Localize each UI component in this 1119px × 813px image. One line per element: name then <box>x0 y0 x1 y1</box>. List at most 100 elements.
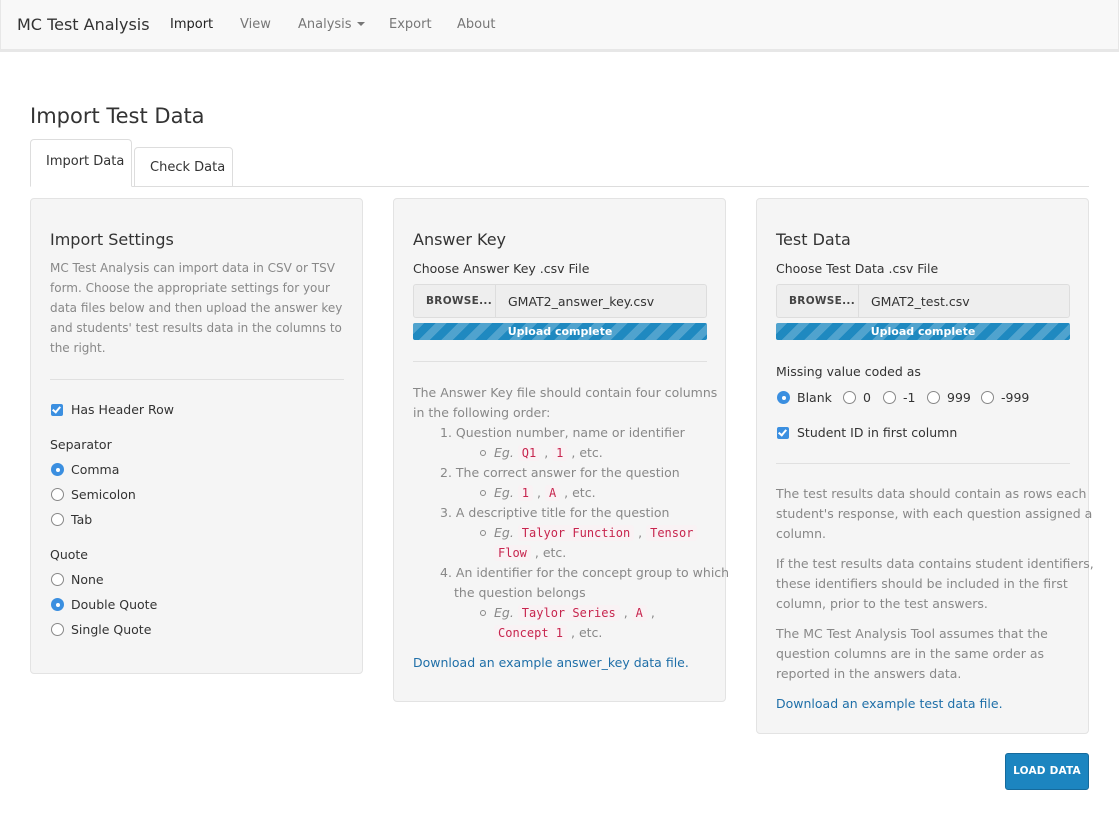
quote-none-label: None <box>71 572 104 587</box>
test-data-para3-line2: question columns are in the same order a… <box>776 646 1045 661</box>
chevron-down-icon <box>356 21 365 26</box>
test-data-title: Test Data <box>776 230 851 249</box>
answer-key-browse-button[interactable]: BROWSE... <box>414 285 496 317</box>
code-flow: Flow <box>494 545 531 561</box>
answer-key-example-3a: Eg. Talyor Function , Tensor <box>480 525 698 541</box>
separator-label: Separator <box>50 437 112 452</box>
radio-icon <box>51 623 64 636</box>
import-settings-title: Import Settings <box>50 230 174 249</box>
test-data-para1-line2: student's response, with each question a… <box>776 506 1093 521</box>
quote-double-radio[interactable]: Double Quote <box>51 597 157 613</box>
etc-label: , etc. <box>571 625 603 640</box>
answer-key-item-1: 1. Question number, name or identifier <box>440 425 685 440</box>
divider <box>50 379 344 380</box>
missing-0-radio[interactable]: 0 <box>843 390 871 406</box>
checkbox-checked-icon <box>777 426 789 439</box>
answer-key-file-input[interactable]: BROWSE... GMAT2_answer_key.csv <box>413 284 707 318</box>
missing-999-label: 999 <box>947 390 971 405</box>
separator-comma-radio[interactable]: Comma <box>51 462 119 478</box>
answer-key-example-4a: Eg. Taylor Series , A , <box>480 605 655 621</box>
answer-key-item-4: 4. An identifier for the concept group t… <box>440 565 730 580</box>
code-concept-1: Concept 1 <box>494 625 568 641</box>
answer-key-download-link[interactable]: Download an example answer_key data file… <box>413 655 689 670</box>
answer-key-example-2: Eg. 1 , A , etc. <box>480 485 596 501</box>
tab-check-data[interactable]: Check Data <box>134 147 233 187</box>
has-header-label: Has Header Row <box>71 402 175 417</box>
test-data-download-link[interactable]: Download an example test data file. <box>776 696 1003 711</box>
code-a: A <box>631 605 647 621</box>
quote-single-radio[interactable]: Single Quote <box>51 622 151 638</box>
eg-label: Eg. <box>494 445 514 460</box>
answer-key-item-4-cont: the question belongs <box>454 585 586 600</box>
separator-tab-label: Tab <box>71 512 93 527</box>
missing-neg999-radio[interactable]: -999 <box>981 390 1029 406</box>
eg-label: Eg. <box>494 485 514 500</box>
answer-key-panel: Answer Key Choose Answer Key .csv File B… <box>393 198 730 702</box>
radio-icon <box>927 391 940 404</box>
test-data-file-input[interactable]: BROWSE... GMAT2_test.csv <box>776 284 1070 318</box>
missing-0-label: 0 <box>863 390 871 405</box>
load-data-button[interactable]: LOAD DATA <box>1005 753 1089 790</box>
answer-key-example-4b: Concept 1 , etc. <box>494 625 603 641</box>
eg-label: Eg. <box>494 525 514 540</box>
circle-bullet-icon <box>480 609 486 616</box>
code-talyor-function: Talyor Function <box>517 525 635 541</box>
nav-view[interactable]: View <box>240 17 271 32</box>
nav-export[interactable]: Export <box>389 17 432 32</box>
radio-icon <box>883 391 896 404</box>
radio-selected-icon <box>777 391 790 404</box>
test-data-progress-bar: Upload complete <box>776 323 1070 340</box>
answer-key-example-3b: Flow , etc. <box>494 545 567 561</box>
radio-selected-icon <box>51 463 64 476</box>
code-tensor: Tensor <box>646 525 698 541</box>
etc-label: , etc. <box>534 545 567 560</box>
test-data-para3-line3: reported in the answers data. <box>776 666 962 681</box>
answer-key-intro-line2: in the following order: <box>413 405 551 420</box>
import-settings-panel: Import Settings MC Test Analysis can imp… <box>30 198 363 674</box>
test-data-browse-button[interactable]: BROWSE... <box>777 285 859 317</box>
brand-title[interactable]: MC Test Analysis <box>17 15 150 34</box>
student-id-checkbox[interactable]: Student ID in first column <box>777 425 957 441</box>
test-data-para1-line3: column. <box>776 526 826 541</box>
radio-selected-icon <box>51 598 64 611</box>
separator-semicolon-radio[interactable]: Semicolon <box>51 487 136 503</box>
radio-icon <box>843 391 856 404</box>
missing-999-radio[interactable]: 999 <box>927 390 971 406</box>
tab-import-data[interactable]: Import Data <box>30 139 132 187</box>
code-q1: Q1 <box>517 445 541 461</box>
missing-blank-radio[interactable]: Blank <box>777 390 832 406</box>
circle-bullet-icon <box>480 449 486 456</box>
radio-icon <box>51 573 64 586</box>
missing-value-label: Missing value coded as <box>776 364 921 379</box>
import-settings-description: MC Test Analysis can import data in CSV … <box>50 261 343 355</box>
quote-none-radio[interactable]: None <box>51 572 104 588</box>
student-id-label: Student ID in first column <box>797 425 958 440</box>
nav-about[interactable]: About <box>457 17 495 32</box>
test-data-para2-line1: If the test results data contains studen… <box>776 556 1094 571</box>
answer-key-intro-line1: The Answer Key file should contain four … <box>413 385 718 400</box>
circle-bullet-icon <box>480 529 486 536</box>
missing-blank-label: Blank <box>797 390 832 405</box>
missing-neg1-radio[interactable]: -1 <box>883 390 915 406</box>
checkbox-checked-icon <box>51 403 63 416</box>
nav-import[interactable]: Import <box>170 17 213 32</box>
answer-key-filename: GMAT2_answer_key.csv <box>508 294 655 309</box>
answer-key-example-1: Eg. Q1 , 1 , etc. <box>480 445 603 461</box>
test-data-para2-line3: column, prior to the test answers. <box>776 596 988 611</box>
answer-key-item-3: 3. A descriptive title for the question <box>440 505 670 520</box>
separator-tab-radio[interactable]: Tab <box>51 512 92 528</box>
eg-label: Eg. <box>494 605 514 620</box>
separator-semicolon-label: Semicolon <box>71 487 136 502</box>
has-header-checkbox[interactable]: Has Header Row <box>51 402 174 418</box>
test-data-panel: Test Data Choose Test Data .csv File BRO… <box>756 198 1094 734</box>
etc-label: , etc. <box>564 485 596 500</box>
test-data-para2-line2: these identifiers should be included in … <box>776 576 1068 591</box>
answer-key-progress-bar: Upload complete <box>413 323 707 340</box>
answer-key-title: Answer Key <box>413 230 507 249</box>
test-data-para1-line1: The test results data should contain as … <box>776 486 1087 501</box>
test-data-para3-line1: The MC Test Analysis Tool assumes that t… <box>776 626 1048 641</box>
circle-bullet-icon <box>480 489 486 496</box>
nav-analysis-label: Analysis <box>298 17 352 32</box>
divider <box>776 463 1070 464</box>
nav-analysis[interactable]: Analysis <box>298 17 365 32</box>
